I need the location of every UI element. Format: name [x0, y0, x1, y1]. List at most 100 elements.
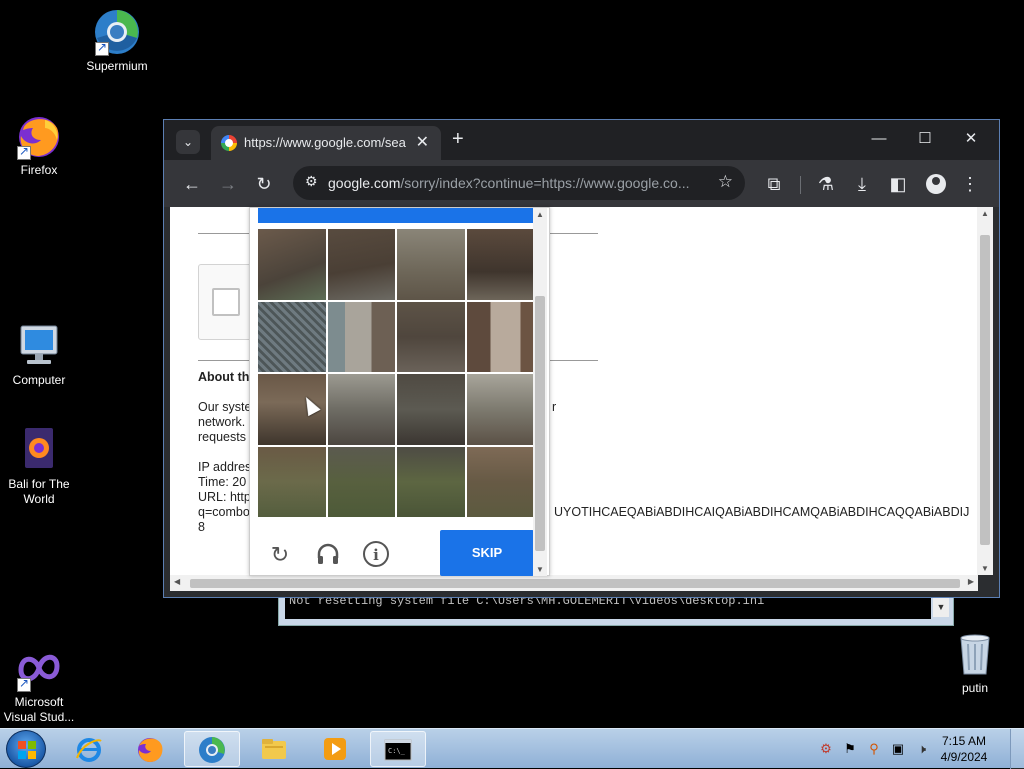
challenge-header — [258, 208, 533, 223]
taskbar-command-prompt[interactable]: C:\_ — [370, 731, 426, 767]
minimize-icon[interactable]: — — [856, 126, 902, 152]
taskbar-media-player[interactable] — [308, 731, 364, 767]
about-heading: About th — [198, 370, 250, 384]
back-arrow-icon[interactable]: ← — [178, 170, 206, 198]
desktop-icon-firefox[interactable]: Firefox — [0, 112, 78, 178]
toolbar-divider — [800, 176, 801, 194]
profile-avatar-icon[interactable] — [926, 174, 946, 194]
taskbar-firefox[interactable] — [123, 731, 179, 767]
search-tray-icon[interactable]: ⚲ — [866, 741, 882, 757]
forward-arrow-icon[interactable]: → — [214, 170, 242, 198]
supermium-icon — [199, 737, 225, 763]
image-tile[interactable] — [258, 446, 326, 517]
desktop-icon-label: Computer — [12, 373, 66, 387]
desktop: Supermium Firefox Computer — [0, 0, 1024, 728]
line-eight: 8 — [198, 520, 205, 534]
address-bar[interactable]: ⚙ google.com/sorry/index?continue=https:… — [293, 166, 745, 200]
desktop-icon-supermium[interactable]: Supermium — [78, 8, 156, 74]
scrollbar-thumb[interactable] — [535, 296, 545, 551]
windows-logo-icon — [18, 741, 36, 759]
volume-muted-icon[interactable]: 🕨 — [914, 741, 930, 757]
start-button[interactable] — [6, 730, 46, 768]
image-tile[interactable] — [397, 301, 465, 372]
scroll-down-icon[interactable]: ▼ — [533, 565, 547, 574]
tab-search-chevron-icon[interactable]: ⌄ — [176, 130, 200, 154]
info-icon[interactable]: i — [363, 541, 389, 567]
system-clock[interactable]: 7:15 AM 4/9/2024 — [934, 733, 994, 765]
scrollbar-thumb[interactable] — [190, 579, 960, 588]
download-icon[interactable]: ⤓ — [848, 170, 876, 198]
menu-kebab-icon[interactable]: ⋮ — [956, 170, 984, 198]
bookmark-star-icon[interactable]: ☆ — [718, 172, 733, 192]
extensions-puzzle-icon[interactable]: ⧉ — [760, 170, 788, 198]
image-tile[interactable] — [397, 229, 465, 300]
page-vertical-scrollbar[interactable]: ▲ ▼ — [977, 207, 993, 575]
desktop-icon-label: Firefox — [20, 163, 58, 177]
computer-icon — [15, 322, 63, 370]
side-panel-icon[interactable]: ◧ — [884, 170, 912, 198]
address-url[interactable]: google.com/sorry/index?continue=https://… — [328, 175, 698, 191]
new-tab-plus-icon[interactable]: + — [452, 128, 464, 151]
image-tile[interactable] — [327, 374, 395, 445]
desktop-icon-bali[interactable]: Bali for The World — [0, 426, 78, 507]
scroll-down-icon[interactable]: ▼ — [977, 564, 993, 573]
tab-google-search[interactable]: https://www.google.com/search ✕ — [211, 126, 441, 160]
page-horizontal-scrollbar[interactable]: ◀ ▶ — [170, 575, 978, 591]
recaptcha-challenge: ↻ i SKIP ▲ ▼ — [249, 207, 550, 576]
image-tile[interactable] — [327, 229, 395, 300]
image-tile[interactable] — [397, 374, 465, 445]
action-center-flag-icon[interactable]: ⚑ — [842, 741, 858, 757]
tab-strip: ⌄ https://www.google.com/search ✕ + — ☐ … — [164, 120, 999, 160]
folder-icon — [262, 739, 286, 759]
scroll-up-icon[interactable]: ▲ — [533, 210, 547, 219]
site-info-icon[interactable]: ⚙ — [305, 173, 318, 190]
document-firefox-icon — [15, 426, 63, 474]
clock-time: 7:15 AM — [941, 734, 987, 748]
clock-date: 4/9/2024 — [940, 750, 988, 764]
scroll-right-icon[interactable]: ▶ — [968, 577, 974, 586]
maximize-icon[interactable]: ☐ — [902, 126, 948, 152]
scroll-left-icon[interactable]: ◀ — [174, 577, 180, 586]
image-tile[interactable] — [466, 374, 534, 445]
recaptcha-checkbox[interactable] — [212, 288, 240, 316]
image-tile[interactable] — [258, 301, 326, 372]
skip-button[interactable]: SKIP — [440, 530, 534, 576]
image-tile[interactable] — [327, 446, 395, 517]
desktop-icon-putin[interactable]: putin — [936, 630, 1014, 696]
tab-close-icon[interactable]: ✕ — [416, 132, 429, 152]
firefox-icon — [138, 738, 163, 762]
recycle-bin-icon — [951, 630, 999, 678]
image-tile[interactable] — [466, 301, 534, 372]
desktop-icon-visual-studio[interactable]: Microsoft Visual Stud... — [0, 644, 78, 725]
close-window-icon[interactable]: ✕ — [948, 126, 994, 152]
tray-app-icon[interactable]: ⚙ — [818, 741, 834, 757]
challenge-scrollbar[interactable]: ▲ ▼ — [533, 208, 547, 576]
scroll-up-icon[interactable]: ▲ — [977, 209, 993, 218]
command-prompt-icon: C:\_ — [384, 739, 412, 761]
time-label: Time: 20 — [198, 475, 247, 489]
network-icon[interactable]: ▣ — [890, 741, 906, 757]
taskbar-supermium[interactable] — [184, 731, 240, 767]
image-tile[interactable] — [466, 229, 534, 300]
q-tail: UYOTIHCAEQABiABDIHCAIQABiABDIHCAMQABiABD… — [554, 505, 970, 519]
taskbar-internet-explorer[interactable] — [62, 731, 118, 767]
desktop-icon-label: Bali for The World — [8, 477, 70, 506]
taskbar-explorer[interactable] — [247, 731, 303, 767]
reload-icon[interactable]: ↻ — [250, 170, 278, 198]
image-tile[interactable] — [327, 301, 395, 372]
desktop-icon-label: Microsoft Visual Stud... — [3, 695, 75, 724]
labs-flask-icon[interactable]: ⚗ — [812, 170, 840, 198]
tab-title: https://www.google.com/search — [244, 135, 406, 150]
scrollbar-thumb[interactable] — [980, 235, 990, 545]
headphones-icon[interactable] — [314, 541, 342, 569]
url-label[interactable]: URL: http — [198, 490, 251, 505]
console-scroll-down-icon[interactable]: ▼ — [933, 597, 949, 617]
image-tile[interactable] — [466, 446, 534, 517]
q-label: q=combo — [198, 505, 250, 519]
reload-challenge-icon[interactable]: ↻ — [266, 541, 294, 569]
show-desktop-button[interactable] — [1010, 729, 1024, 769]
image-tile[interactable] — [258, 229, 326, 300]
desktop-icon-computer[interactable]: Computer — [0, 322, 78, 388]
firefox-icon — [15, 112, 63, 160]
image-tile[interactable] — [397, 446, 465, 517]
